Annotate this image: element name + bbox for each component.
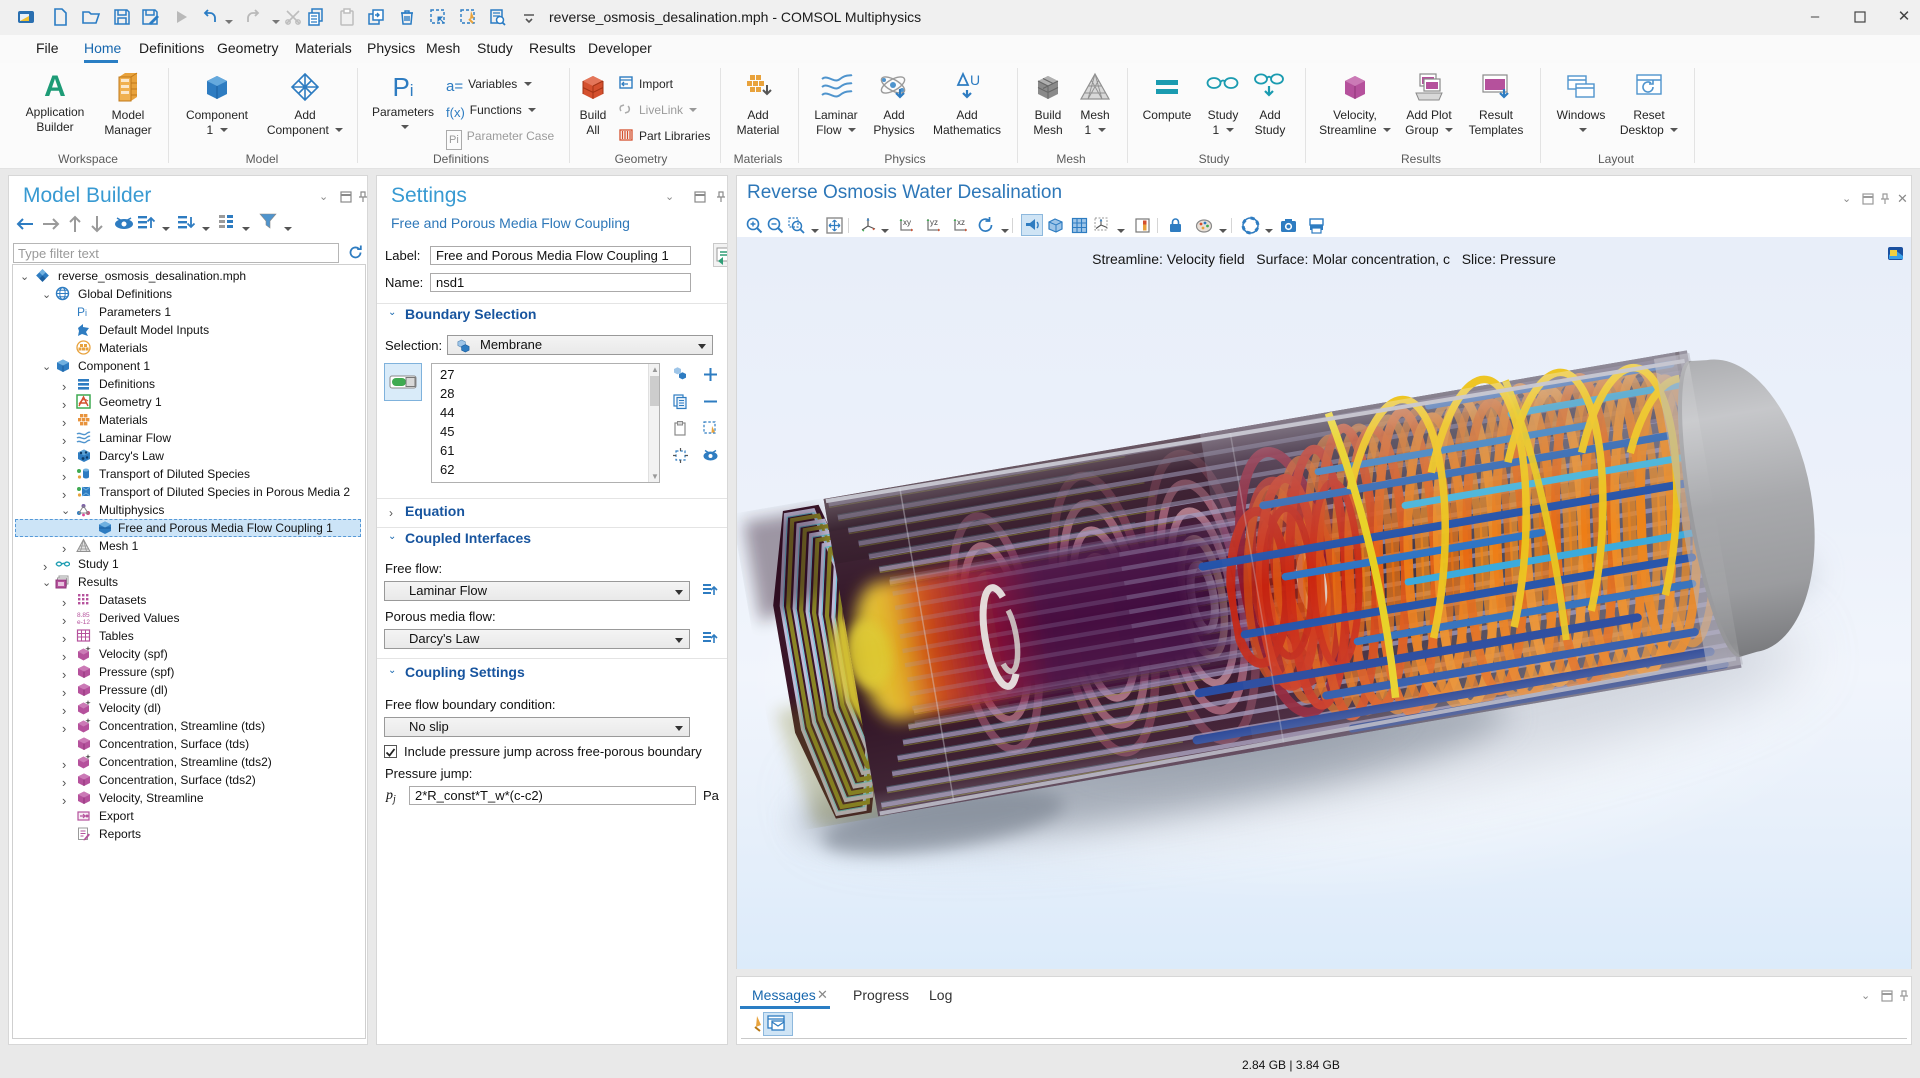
svg-text:yz: yz xyxy=(930,218,938,227)
svg-text:i: i xyxy=(85,308,87,318)
svg-text:xy: xy xyxy=(903,218,911,227)
svg-text:P: P xyxy=(77,305,85,319)
svg-text:U: U xyxy=(970,72,980,88)
svg-text:e-12: e-12 xyxy=(77,619,90,625)
svg-text:xz: xz xyxy=(957,218,965,227)
svg-text:8.85: 8.85 xyxy=(77,612,90,619)
